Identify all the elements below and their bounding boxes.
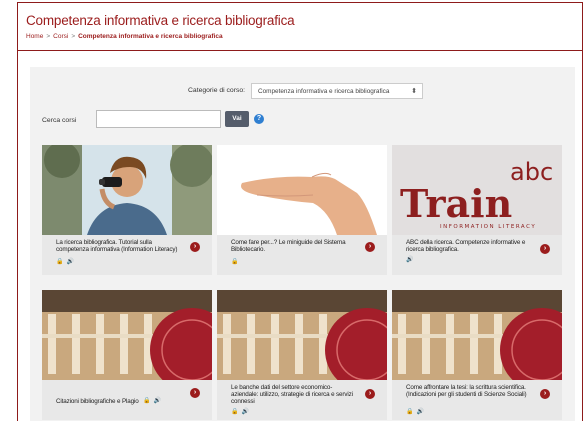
train-logo-abc: abc [510,158,553,186]
course-icons: 🔒 🔊 [231,408,252,415]
lock-icon: 🔒 [143,398,151,404]
course-image-train-logo[interactable]: abc Train INFORMATION LITERACY [392,145,562,235]
binoculars-photo-icon [42,145,212,235]
breadcrumb-home[interactable]: Home [26,33,43,40]
page-frame: Competenza informativa e ricerca bibliog… [17,2,583,421]
course-card[interactable]: Citazioni bibliografiche e Plagio › 🔒 🔊 [42,290,212,420]
category-label: Categorie di corso: [188,87,246,94]
course-icons: 🔒 🔊 [56,258,77,265]
help-icon[interactable]: ? [254,114,264,124]
course-image-courtyard[interactable] [42,290,212,380]
course-title[interactable]: Come affrontare la tesi: la scrittura sc… [406,384,534,398]
breadcrumb-current: Competenza informativa e ricerca bibliog… [78,33,223,40]
train-logo-caption: INFORMATION LITERACY [440,224,536,230]
speaker-icon: 🔊 [153,398,161,404]
course-title[interactable]: Le banche dati del settore economico-azi… [231,384,359,406]
course-icons: 🔒 🔊 [143,397,164,404]
speaker-icon: 🔊 [66,259,74,265]
course-card[interactable]: La ricerca bibliografica. Tutorial sulla… [42,145,212,275]
courtyard-photo-icon [392,290,562,380]
page-header: Competenza informativa e ricerca bibliog… [18,3,582,51]
arrow-right-icon[interactable]: › [365,242,375,252]
arrow-right-icon[interactable]: › [190,242,200,252]
course-image-courtyard[interactable] [392,290,562,380]
course-title[interactable]: Come fare per...? Le miniguide del Siste… [231,239,359,253]
breadcrumb: Home > Corsi > Competenza informativa e rice… [26,33,223,40]
train-logo-word: Train [400,181,512,226]
speaker-icon: 🔊 [241,409,249,415]
search-input[interactable] [96,110,221,128]
lock-icon: 🔒 [56,259,64,265]
breadcrumb-corsi[interactable]: Corsi [53,33,68,40]
open-hand-photo-icon [217,145,387,235]
course-card[interactable]: Come fare per...? Le miniguide del Siste… [217,145,387,275]
search-button[interactable]: Vai [225,111,249,127]
speaker-icon: 🔊 [416,409,424,415]
select-caret-icon: ⬍ [411,88,417,95]
course-icons: 🔒 🔊 [406,408,427,415]
course-image-courtyard[interactable] [217,290,387,380]
course-title[interactable]: Citazioni bibliografiche e Plagio [56,398,184,405]
lock-icon: 🔒 [406,409,414,415]
speaker-icon: 🔊 [406,257,414,263]
lock-icon: 🔒 [231,259,239,265]
category-row: Categorie di corso: Competenza informati… [30,83,575,99]
course-title[interactable]: La ricerca bibliografica. Tutorial sulla… [56,239,184,253]
train-logo-icon: abc Train INFORMATION LITERACY [392,145,562,235]
breadcrumb-separator: > [71,33,76,40]
course-icons: 🔊 [406,256,416,263]
course-image-binoculars[interactable] [42,145,212,235]
courtyard-photo-icon [42,290,212,380]
course-listing: Categorie di corso: Competenza informati… [30,67,575,421]
page-title: Competenza informativa e ricerca bibliog… [26,13,295,28]
course-card[interactable]: Le banche dati del settore economico-azi… [217,290,387,420]
arrow-right-icon[interactable]: › [365,389,375,399]
course-title[interactable]: ABC della ricerca. Competenze informativ… [406,239,534,253]
course-image-hand[interactable] [217,145,387,235]
breadcrumb-separator: > [46,33,51,40]
arrow-right-icon[interactable]: › [540,244,550,254]
arrow-right-icon[interactable]: › [540,389,550,399]
category-select[interactable]: Competenza informativa e ricerca bibliog… [251,83,423,99]
courtyard-photo-icon [217,290,387,380]
search-label: Cerca corsi [42,117,77,124]
category-selected-value: Competenza informativa e ricerca bibliog… [258,88,390,95]
course-card[interactable]: abc Train INFORMATION LITERACY ABC della… [392,145,562,275]
course-icons: 🔒 [231,258,241,265]
lock-icon: 🔒 [231,409,239,415]
arrow-right-icon[interactable]: › [190,388,200,398]
course-card[interactable]: Come affrontare la tesi: la scrittura sc… [392,290,562,420]
